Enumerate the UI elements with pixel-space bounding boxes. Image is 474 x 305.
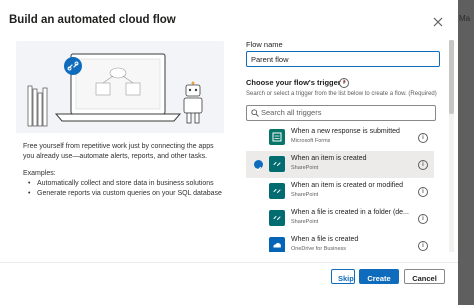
trigger-item-sharepoint-item-created-modified[interactable]: When an item is created or modified Shar… — [246, 178, 434, 205]
trigger-app: SharePoint — [291, 218, 319, 225]
example-item: Automatically collect and store data in … — [28, 180, 223, 189]
trigger-item-sharepoint-file-created-folder[interactable]: When a file is created in a folder (de..… — [246, 205, 434, 232]
info-icon[interactable]: i — [418, 133, 428, 143]
flow-illustration — [16, 41, 224, 133]
sharepoint-icon — [269, 156, 285, 172]
examples-list: Automatically collect and store data in … — [28, 180, 223, 199]
close-icon[interactable] — [431, 15, 445, 29]
trigger-label-text: Choose your flow's trigger — [246, 78, 341, 87]
cancel-button[interactable]: Cancel — [404, 269, 445, 284]
example-item: Generate reports via custom queries on y… — [28, 190, 223, 199]
trigger-search-input[interactable]: Search all triggers — [246, 105, 436, 121]
scrollbar-thumb[interactable] — [449, 40, 454, 114]
search-icon — [251, 109, 259, 117]
trigger-hint: Search or select a trigger from the list… — [246, 91, 437, 97]
dialog-description: Free yourself from repetitive work just … — [23, 143, 214, 160]
sharepoint-icon — [269, 210, 285, 226]
trigger-app: SharePoint — [291, 164, 319, 171]
trigger-item-onedrive-file-created[interactable]: When a file is created OneDrive for Busi… — [246, 232, 434, 252]
info-icon[interactable]: i — [418, 160, 428, 170]
flow-name-label: Flow name — [246, 40, 283, 49]
trigger-list: When a new response is submitted Microso… — [246, 124, 450, 252]
background-header-text: Ma — [459, 14, 471, 23]
trigger-app: Microsoft Forms — [291, 137, 331, 144]
info-icon[interactable]: i — [418, 241, 428, 251]
info-icon[interactable]: i — [418, 187, 428, 197]
trigger-name: When an item is created or modified — [291, 182, 404, 189]
create-button[interactable]: Create — [359, 269, 399, 284]
trigger-label: Choose your flow's trigger * — [246, 78, 346, 87]
info-icon[interactable]: i — [418, 214, 428, 224]
onedrive-icon — [269, 237, 285, 252]
trigger-name: When an item is created — [291, 155, 367, 162]
forms-icon — [269, 129, 285, 145]
sharepoint-icon — [269, 183, 285, 199]
check-icon — [254, 160, 263, 171]
trigger-info-icon[interactable]: i — [339, 78, 349, 88]
trigger-item-forms-new-response[interactable]: When a new response is submitted Microso… — [246, 124, 434, 151]
examples-title: Examples: — [23, 170, 56, 177]
trigger-app: OneDrive for Business — [291, 245, 347, 252]
flow-name-input[interactable] — [246, 51, 440, 67]
search-placeholder: Search all triggers — [261, 108, 322, 117]
trigger-name: When a new response is submitted — [291, 128, 400, 135]
trigger-app: SharePoint — [291, 191, 319, 198]
trigger-name: When a file is created — [291, 236, 359, 243]
skip-button[interactable]: Skip — [331, 269, 355, 284]
trigger-item-sharepoint-item-created[interactable]: When an item is created SharePoint i — [246, 151, 434, 178]
dialog-title: Build an automated cloud flow — [9, 14, 176, 26]
trigger-name: When a file is created in a folder (de..… — [291, 209, 409, 216]
footer-divider — [0, 262, 458, 263]
build-flow-dialog: Build an automated cloud flow Free yours… — [0, 0, 458, 305]
